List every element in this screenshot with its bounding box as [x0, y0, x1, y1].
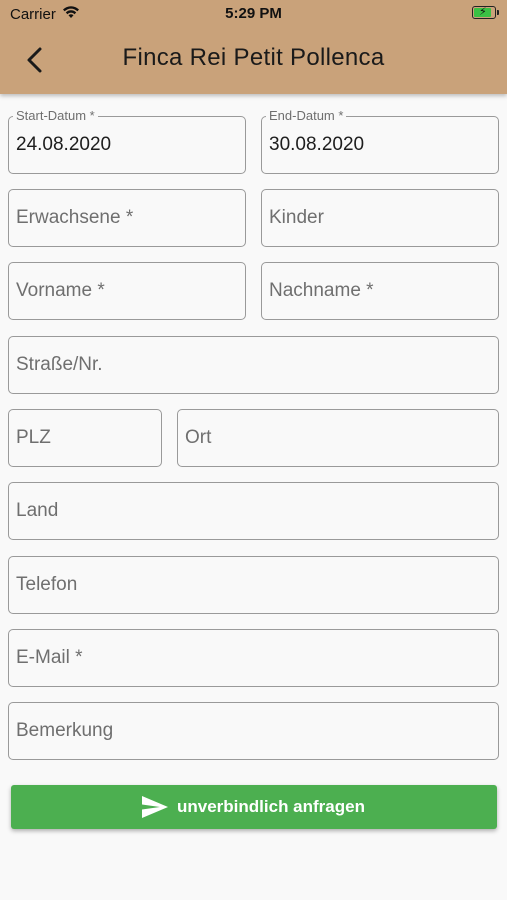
email-field[interactable]: E-Mail * — [8, 629, 499, 687]
app-bar: Carrier 5:29 PM ⚡ Finca Rei Petit Pollen… — [0, 0, 507, 94]
start-date-value: 24.08.2020 — [16, 134, 112, 155]
battery-charging-icon: ⚡ — [472, 6, 499, 19]
page-title: Finca Rei Petit Pollenca — [122, 44, 385, 71]
send-icon — [142, 796, 168, 818]
end-date-field[interactable]: End-Datum * 30.08.2020 — [261, 108, 499, 174]
end-date-value: 30.08.2020 — [269, 134, 365, 155]
remarks-placeholder: Bemerkung — [16, 720, 114, 741]
status-bar: Carrier 5:29 PM ⚡ — [0, 0, 507, 28]
country-placeholder: Land — [16, 500, 59, 521]
first-name-placeholder: Vorname * — [16, 280, 105, 301]
city-placeholder: Ort — [185, 427, 212, 448]
start-date-field[interactable]: Start-Datum * 24.08.2020 — [8, 108, 246, 174]
last-name-placeholder: Nachname * — [269, 280, 374, 301]
first-name-field[interactable]: Vorname * — [8, 262, 246, 320]
country-field[interactable]: Land — [8, 482, 499, 540]
email-placeholder: E-Mail * — [16, 647, 83, 668]
adults-field[interactable]: Erwachsene * — [8, 189, 246, 247]
phone-field[interactable]: Telefon — [8, 556, 499, 614]
start-date-label: Start-Datum * — [13, 108, 98, 123]
status-time: 5:29 PM — [225, 5, 282, 22]
end-date-label: End-Datum * — [266, 108, 347, 123]
last-name-field[interactable]: Nachname * — [261, 262, 499, 320]
adults-placeholder: Erwachsene * — [16, 207, 134, 228]
street-field[interactable]: Straße/Nr. — [8, 336, 499, 394]
children-placeholder: Kinder — [269, 207, 324, 228]
city-field[interactable]: Ort — [177, 409, 499, 467]
phone-placeholder: Telefon — [16, 574, 78, 595]
street-placeholder: Straße/Nr. — [16, 354, 103, 375]
remarks-field[interactable]: Bemerkung — [8, 702, 499, 760]
zip-placeholder: PLZ — [16, 427, 51, 448]
children-field[interactable]: Kinder — [261, 189, 499, 247]
submit-label: unverbindlich anfragen — [177, 797, 365, 816]
submit-inquiry-button[interactable]: unverbindlich anfragen — [11, 785, 497, 829]
zip-field[interactable]: PLZ — [8, 409, 162, 467]
